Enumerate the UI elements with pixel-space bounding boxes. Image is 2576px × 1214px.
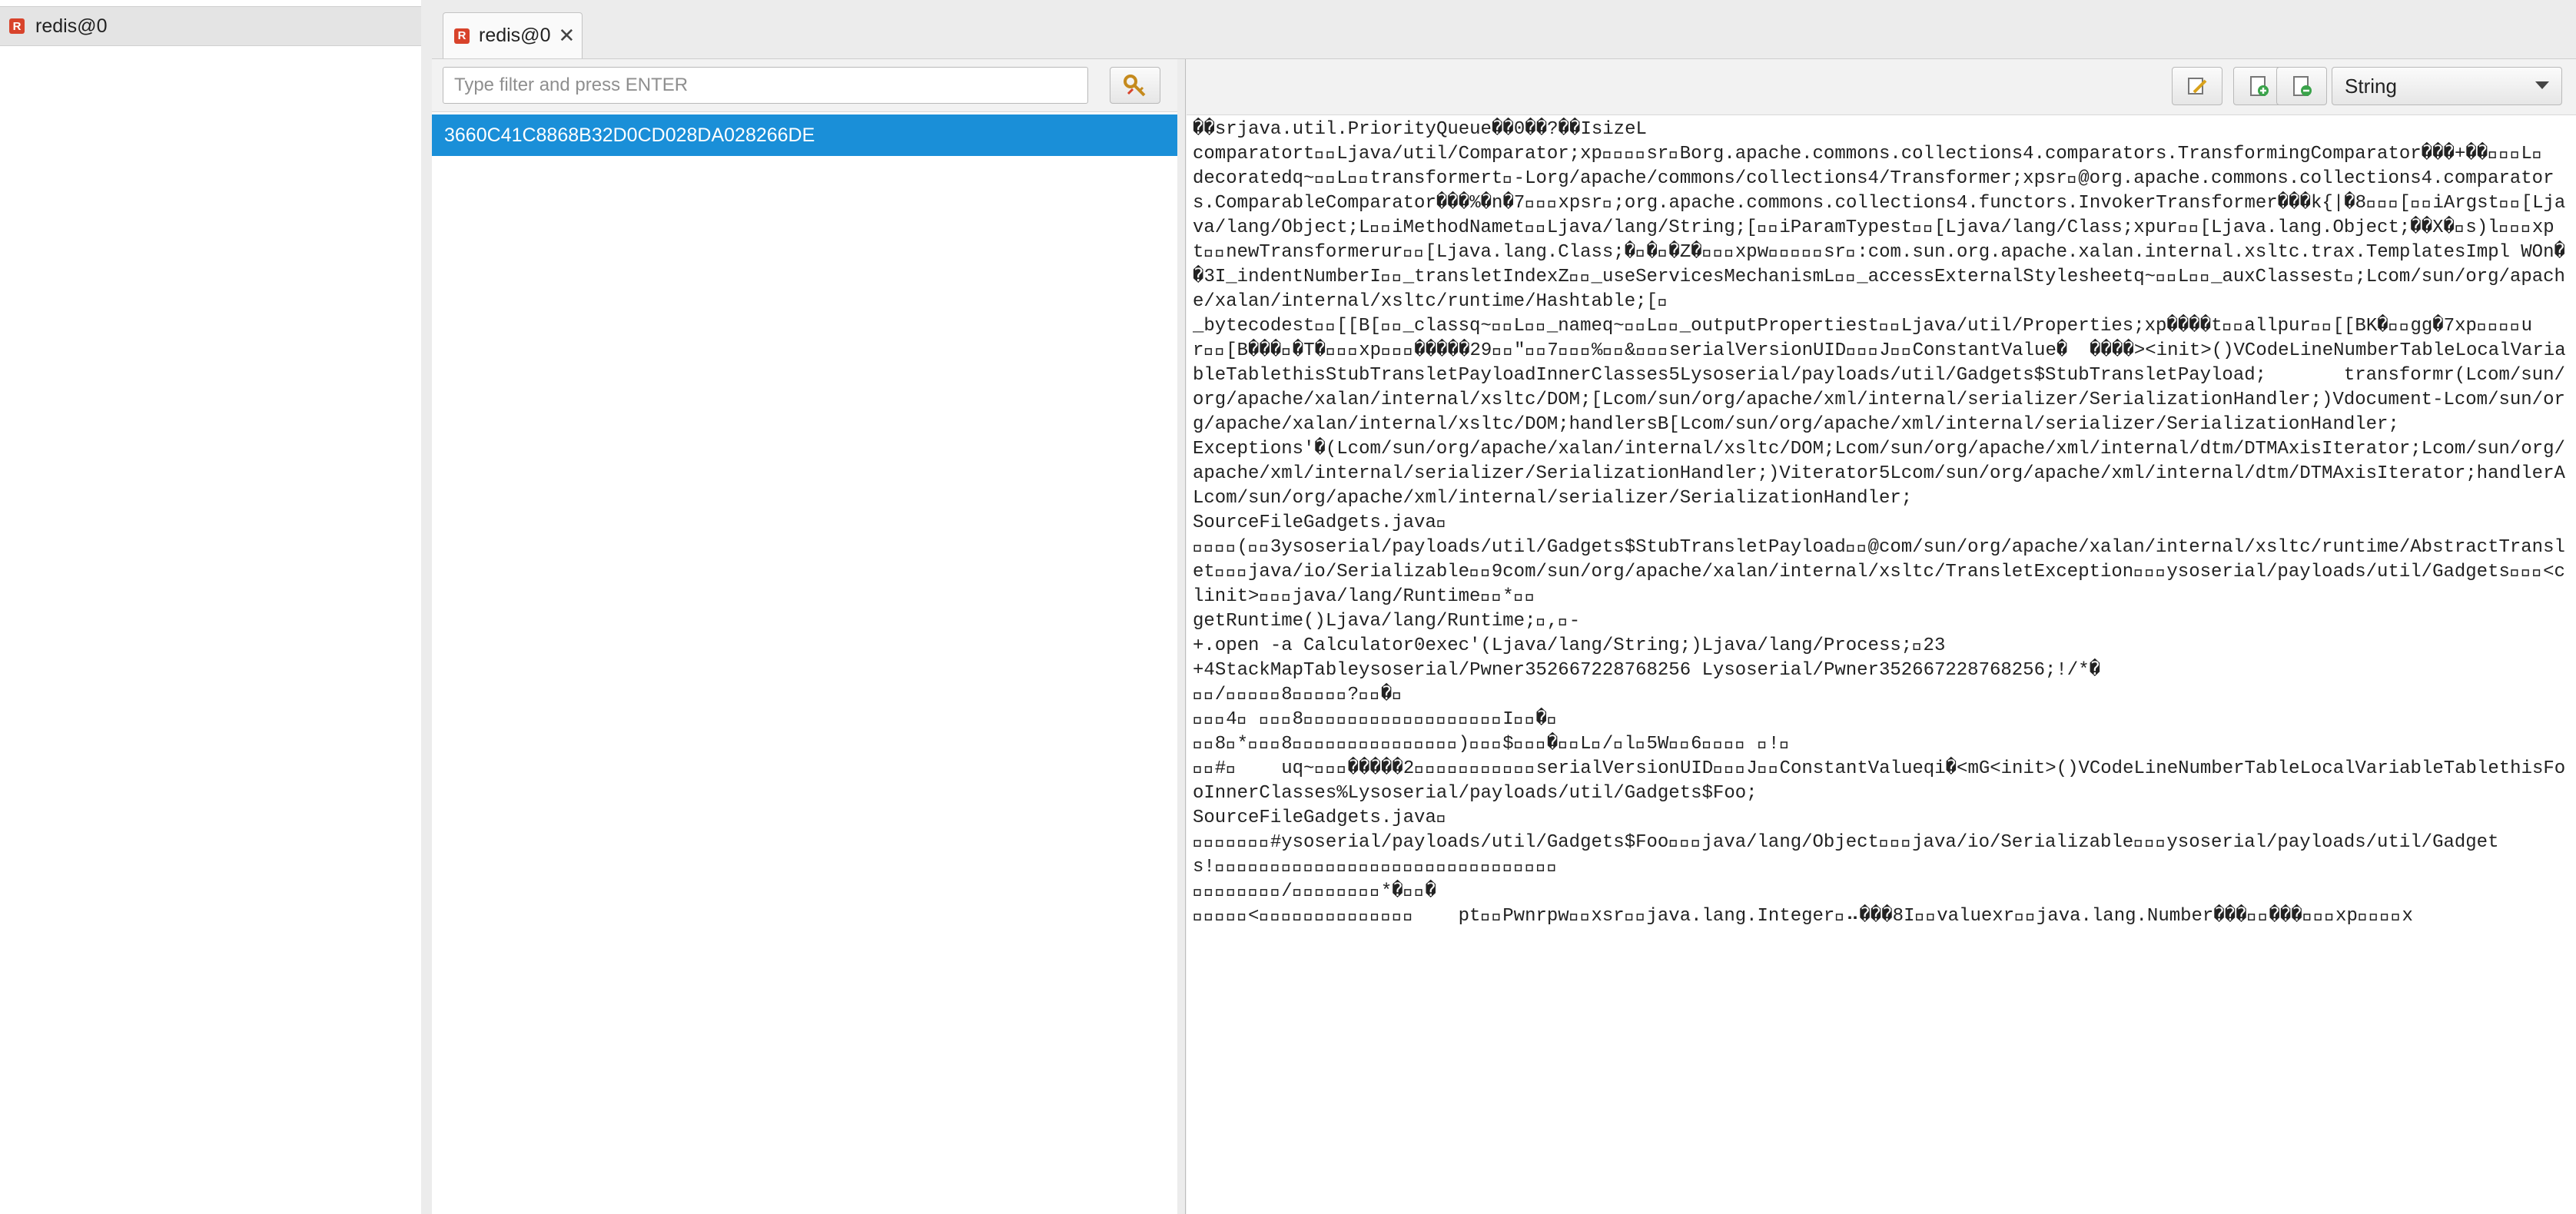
connection-tree-panel: R redis@0 xyxy=(0,0,422,1214)
sidebar-splitter[interactable] xyxy=(421,0,433,1214)
tab-redis-0[interactable]: R redis@0 ✕ xyxy=(443,12,583,58)
value-type-select[interactable]: String xyxy=(2332,67,2562,105)
add-icon xyxy=(2246,74,2271,98)
tab-label: redis@0 xyxy=(479,25,550,47)
delete-icon xyxy=(2289,74,2314,98)
key-list-item[interactable]: 3660C41C8868B32D0CD028DA028266DE xyxy=(432,114,1177,156)
keys-pane: 3660C41C8868B32D0CD028DA028266DE xyxy=(432,59,1178,1214)
value-content[interactable]: ��sr java.util.PriorityQueue��0��?�� … xyxy=(1193,118,2570,1209)
filter-bar xyxy=(432,59,1177,112)
tree-item-connection[interactable]: R redis@0 xyxy=(0,6,421,46)
redis-server-icon: R xyxy=(9,18,25,34)
value-type-label: String xyxy=(2345,75,2397,98)
main-area: R redis@0 ✕ 3660C41C8868B32D0CD028DA0282… xyxy=(432,0,2576,1214)
connection-label: redis@0 xyxy=(35,15,107,38)
key-icon xyxy=(1122,72,1148,98)
chevron-down-icon xyxy=(2535,81,2549,89)
delete-value-button[interactable] xyxy=(2276,67,2327,105)
keys-value-splitter[interactable] xyxy=(1177,59,1186,1214)
redis-server-icon: R xyxy=(454,28,470,44)
value-toolbar: String xyxy=(1187,59,2576,115)
edit-icon xyxy=(2185,74,2209,98)
value-pane: String ��sr java.util.PriorityQueue��0�… xyxy=(1187,59,2576,1214)
edit-value-button[interactable] xyxy=(2172,67,2222,105)
key-search-button[interactable] xyxy=(1110,67,1160,104)
close-icon[interactable]: ✕ xyxy=(558,24,575,48)
tab-bar: R redis@0 ✕ xyxy=(432,0,2576,59)
filter-input[interactable] xyxy=(443,67,1088,104)
